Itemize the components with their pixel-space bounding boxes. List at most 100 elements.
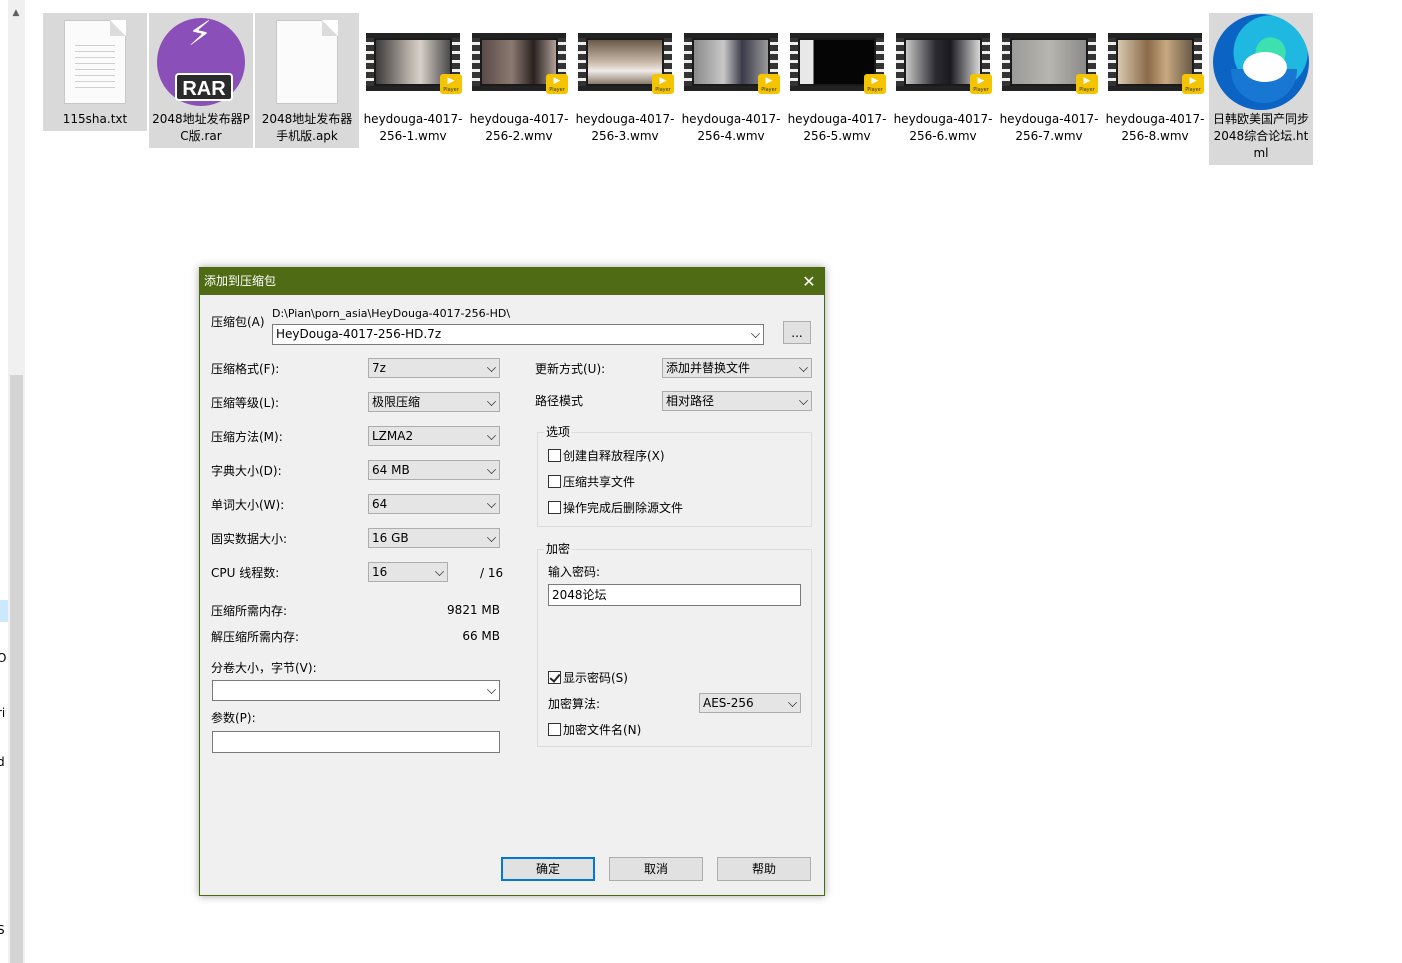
dialog-titlebar[interactable]: 添加到压缩包 ✕ [200,268,824,295]
video-file-icon: ▶ Player [684,33,780,94]
player-badge-icon: ▶ Player [652,74,674,94]
archive-name-value: HeyDouga-4017-256-HD.7z [276,327,442,341]
show-password-checkbox[interactable]: 显示密码(S) [548,670,628,686]
options-group: 选项 创建自释放程序(X) 压缩共享文件 操作完成后删除源文件 [537,424,812,527]
dict-value: 64 MB [372,463,410,477]
encryption-title: 加密 [544,541,573,557]
encryption-group: 加密 输入密码: 2048论坛 显示密码(S) 加密算法: AES-256 加密… [537,541,812,747]
format-value: 7z [372,361,386,375]
file-name: 115sha.txt [62,112,128,126]
volume-size-combo[interactable] [212,680,500,701]
cpu-select[interactable]: 16 [368,562,448,582]
level-select[interactable]: 极限压缩 [368,392,500,412]
cancel-button[interactable]: 取消 [609,857,703,881]
checkbox-box[interactable] [548,723,561,736]
file-name: heydouga-4017-256-8.wmv [1105,112,1205,143]
edge-html-icon [1213,14,1309,110]
close-icon[interactable]: ✕ [798,268,820,295]
file-item[interactable]: ▶ Player heydouga-4017-256-3.wmv [573,13,677,148]
enc-method-select[interactable]: AES-256 [699,693,801,713]
solid-select[interactable]: 16 GB [368,528,500,548]
password-input[interactable]: 2048论坛 [548,584,801,606]
player-badge-icon: ▶ Player [1076,74,1098,94]
dict-select[interactable]: 64 MB [368,460,500,480]
level-value: 极限压缩 [372,395,421,409]
checkbox-box[interactable] [548,501,561,514]
encrypt-names-checkbox[interactable]: 加密文件名(N) [548,722,641,738]
checkbox-box[interactable] [548,449,561,462]
file-item[interactable]: 2048地址发布器手机版.apk [255,13,359,148]
text-file-icon [64,20,126,104]
method-label: 压缩方法(M): [211,430,283,444]
browse-button[interactable]: ... [783,321,811,344]
file-name: heydouga-4017-256-4.wmv [681,112,781,143]
sfx-checkbox[interactable]: 创建自释放程序(X) [548,448,665,464]
file-item[interactable]: ▶ Player heydouga-4017-256-8.wmv [1103,13,1207,148]
options-title: 选项 [544,424,573,440]
path-mode-value: 相对路径 [666,394,715,408]
help-button[interactable]: 帮助 [717,857,811,881]
format-select[interactable]: 7z [368,358,500,378]
file-item[interactable]: ▶ Player heydouga-4017-256-1.wmv [361,13,465,148]
method-select[interactable]: LZMA2 [368,426,500,446]
shared-checkbox[interactable]: 压缩共享文件 [548,474,635,490]
nav-item-clipped-4[interactable]: S [0,923,6,937]
video-file-icon: ▶ Player [1108,33,1204,94]
nav-item-clipped-1[interactable]: Or [0,651,6,665]
file-name: heydouga-4017-256-7.wmv [999,112,1099,143]
file-item[interactable]: ▶ Player heydouga-4017-256-7.wmv [997,13,1101,148]
delete-after-checkbox[interactable]: 操作完成后删除源文件 [548,500,683,516]
delete-after-label: 操作完成后删除源文件 [563,501,684,515]
checkbox-box[interactable] [548,475,561,488]
archive-name-combo[interactable]: HeyDouga-4017-256-HD.7z [272,324,764,345]
file-item[interactable]: ▶ Player heydouga-4017-256-2.wmv [467,13,571,148]
chevron-down-icon[interactable] [487,685,496,694]
params-label: 参数(P): [211,711,256,725]
file-name: 日韩欧美国产同步 2048综合论坛.html [1212,112,1309,160]
chevron-down-icon [487,533,496,542]
cpu-total: / 16 [480,566,504,580]
player-badge-icon: ▶ Player [970,74,992,94]
chevron-down-icon[interactable] [751,329,760,338]
nav-item-clipped-2[interactable]: riv [0,706,6,720]
video-file-icon: ▶ Player [790,33,886,94]
cpu-value: 16 [372,565,388,579]
file-item[interactable]: 日韩欧美国产同步 2048综合论坛.html [1209,13,1313,165]
mem-decomp-label: 解压缩所需内存: [211,630,300,644]
path-mode-select[interactable]: 相对路径 [662,391,812,411]
file-name: heydouga-4017-256-3.wmv [575,112,675,143]
file-item[interactable]: 115sha.txt [43,13,147,131]
encrypt-names-label: 加密文件名(N) [563,723,642,737]
file-item[interactable]: ▶ Player heydouga-4017-256-4.wmv [679,13,783,148]
update-value: 添加并替换文件 [666,361,751,375]
file-name: 2048地址发布器PC版.rar [152,112,250,143]
dict-label: 字典大小(D): [211,464,282,478]
file-item[interactable]: ▶ Player heydouga-4017-256-6.wmv [891,13,995,148]
params-input[interactable] [212,731,500,753]
checkbox-checked-icon[interactable] [548,671,561,684]
chevron-down-icon [487,499,496,508]
solid-label: 固实数据大小: [211,532,288,546]
update-select[interactable]: 添加并替换文件 [662,358,812,378]
file-name: heydouga-4017-256-1.wmv [363,112,463,143]
player-badge-icon: ▶ Player [546,74,568,94]
nav-item-clipped-3[interactable]: d [0,755,6,769]
file-item[interactable]: ⚡ RAR 2048地址发布器PC版.rar [149,13,253,148]
scroll-up-arrow-icon[interactable]: ▲ [11,8,21,18]
player-badge-icon: ▶ Player [864,74,886,94]
mem-comp-label: 压缩所需内存: [211,604,288,618]
video-file-icon: ▶ Player [472,33,568,94]
word-label: 单词大小(W): [211,498,285,512]
scrollbar-thumb[interactable] [10,375,23,963]
cpu-label: CPU 线程数: [211,566,280,580]
volume-label: 分卷大小，字节(V): [211,661,317,675]
word-select[interactable]: 64 [368,494,500,514]
level-label: 压缩等级(L): [211,396,280,410]
video-file-icon: ▶ Player [366,33,462,94]
player-badge-icon: ▶ Player [758,74,780,94]
file-item[interactable]: ▶ Player heydouga-4017-256-5.wmv [785,13,889,148]
format-label: 压缩格式(F): [211,362,280,376]
nav-selection-marker [0,600,8,622]
rar-archive-icon: ⚡ RAR [157,17,245,106]
ok-button[interactable]: 确定 [501,857,595,881]
